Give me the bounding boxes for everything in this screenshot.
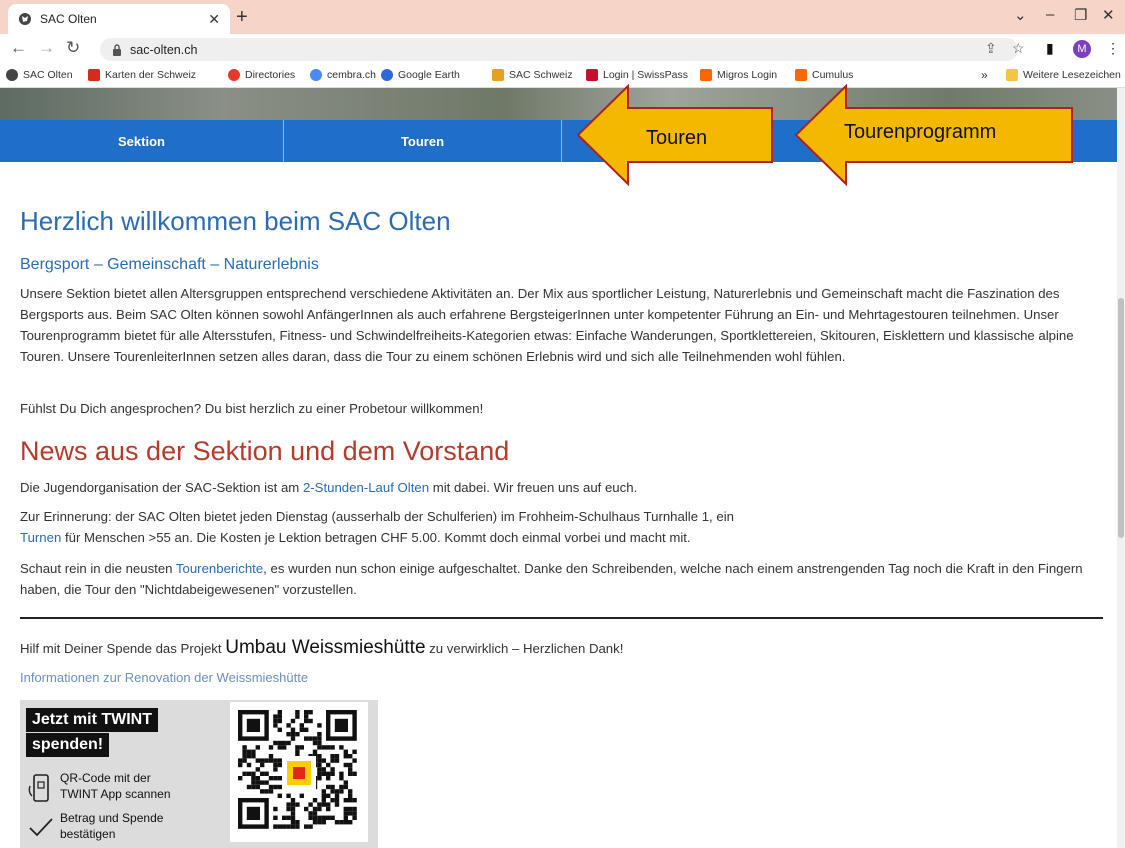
tab-search-icon[interactable]: ⌄ [1014, 6, 1027, 24]
page-scrollbar-thumb[interactable] [1118, 298, 1124, 538]
twint-heading-2: spenden! [26, 733, 110, 757]
browser-tab-bar: SAC Olten ✕ + ⌄ – ❐ ✕ [0, 0, 1125, 34]
bookmark-google-earth[interactable]: Google Earth [381, 69, 460, 81]
news-jo-text: Die Jugendorganisation der SAC-Sektion i… [20, 480, 638, 495]
nav-item-touren[interactable]: Touren [284, 120, 562, 162]
section-divider [20, 617, 1103, 619]
globe-icon [19, 13, 31, 25]
forward-icon[interactable]: → [38, 38, 55, 58]
twint-step1-line2: TWINT App scannen [60, 787, 171, 801]
phone-scan-icon [28, 774, 49, 802]
twint-qr-code [230, 702, 368, 842]
reload-icon[interactable]: ↻ [66, 38, 80, 58]
twint-step1-line1: QR-Code mit der [60, 771, 151, 785]
probetour-text: Fühlst Du Dich angesprochen? Du bist her… [20, 401, 484, 416]
donation-project: Umbau Weissmieshütte [225, 637, 426, 658]
back-icon[interactable]: ← [10, 38, 27, 58]
minimize-icon[interactable]: – [1046, 6, 1054, 23]
news-tourenberichte-text: Schaut rein in die neusten Tourenbericht… [20, 561, 1083, 597]
twint-heading-1: Jetzt mit TWINT [26, 708, 158, 732]
link-renovation-info[interactable]: Informationen zur Renovation der Weissmi… [20, 670, 308, 685]
bookmark-sac-olten[interactable]: SAC Olten [6, 69, 73, 81]
globe-icon [6, 69, 18, 81]
welcome-heading: Herzlich willkommen beim SAC Olten [20, 206, 451, 236]
sac-icon [492, 69, 504, 81]
new-tab-icon[interactable]: + [236, 6, 248, 29]
checkmark-icon [29, 818, 53, 837]
bookmark-karten[interactable]: Karten der Schweiz [88, 69, 196, 81]
link-2-stunden-lauf[interactable]: 2-Stunden-Lauf Olten [303, 480, 429, 495]
nav-item-sektion[interactable]: Sektion [0, 120, 284, 162]
directories-icon [228, 69, 240, 81]
browser-tab[interactable]: SAC Olten ✕ [8, 4, 230, 34]
earth-icon [381, 69, 393, 81]
swiss-cross-icon [88, 69, 100, 81]
welcome-intro: Unsere Sektion bietet allen Altersgruppe… [20, 286, 1074, 364]
profile-avatar[interactable]: M [1073, 40, 1091, 58]
bookmark-directories[interactable]: Directories [228, 69, 295, 81]
twint-donation-box[interactable]: Jetzt mit TWINT spenden! QR-Code mit der… [20, 700, 378, 848]
bookmark-cembra[interactable]: cembra.ch [310, 69, 376, 81]
address-bar[interactable]: sac-olten.ch [100, 38, 1018, 61]
callout-label-tourenprogramm: Tourenprogramm [844, 121, 997, 143]
welcome-subtitle: Bergsport – Gemeinschaft – Naturerlebnis [20, 256, 319, 273]
tab-close-icon[interactable]: ✕ [208, 11, 220, 28]
star-icon[interactable]: ☆ [1012, 40, 1025, 57]
share-icon[interactable]: ⇪ [985, 40, 997, 57]
twint-step2-line2: bestätigen [60, 827, 116, 841]
news-heading: News aus der Sektion und dem Vorstand [20, 436, 510, 466]
browser-toolbar: ← → ↻ sac-olten.ch [0, 34, 1125, 64]
close-window-icon[interactable]: ✕ [1102, 6, 1115, 24]
link-tourenberichte[interactable]: Tourenberichte [176, 561, 263, 576]
news-turnen-text: Zur Erinnerung: der SAC Olten bietet jed… [20, 509, 734, 545]
donation-text: Hilf mit Deiner Spende das Projekt Umbau… [20, 637, 624, 658]
restore-icon[interactable]: ❐ [1074, 6, 1087, 24]
tab-title: SAC Olten [40, 12, 97, 26]
google-icon [310, 69, 322, 81]
lock-icon [113, 43, 121, 56]
url-text: sac-olten.ch [130, 42, 198, 57]
bookmark-sac-schweiz[interactable]: SAC Schweiz [492, 69, 573, 81]
link-turnen[interactable]: Turnen [20, 530, 61, 545]
menu-icon[interactable]: ⋮ [1106, 40, 1120, 57]
sidebar-icon[interactable]: ▮ [1046, 40, 1054, 57]
qr-code-icon [238, 710, 357, 829]
twint-step2-line1: Betrag und Spende [60, 811, 164, 825]
callout-label-touren: Touren [646, 127, 708, 149]
